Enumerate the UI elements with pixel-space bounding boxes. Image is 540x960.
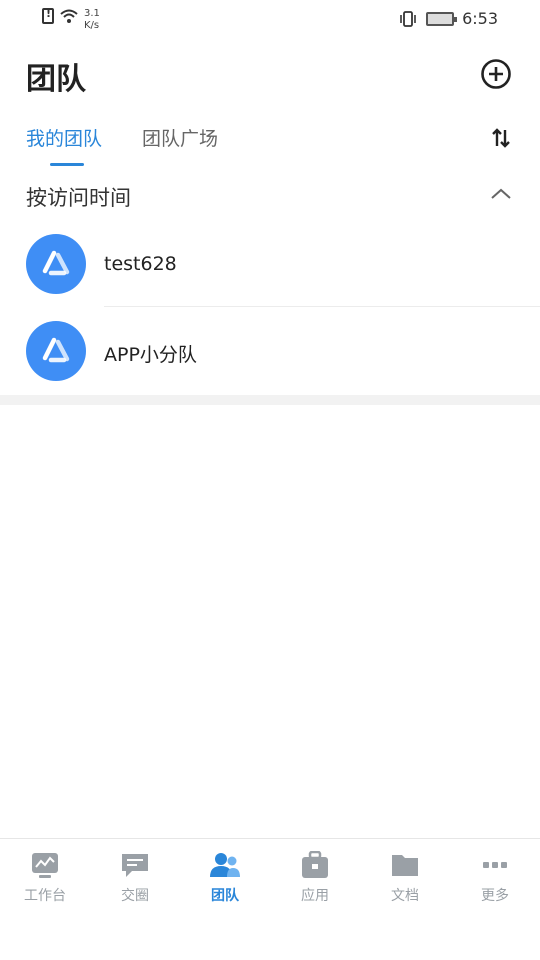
nav-label: 交圈 [121, 888, 149, 904]
net-speed-value: 3.1 [84, 8, 100, 19]
net-speed: 3.1 K/s [84, 8, 100, 32]
folder-icon [392, 855, 418, 876]
team-name: test628 [104, 253, 177, 275]
team-logo-icon [42, 337, 70, 363]
nav-label: 文档 [391, 888, 419, 904]
nav-item-chat[interactable]: 交圈 [90, 851, 180, 911]
team-tabs: 我的团队 团队广场 [0, 118, 540, 166]
nav-label: 更多 [481, 888, 509, 904]
plus-circle-icon[interactable] [480, 58, 512, 90]
net-speed-unit: K/s [84, 20, 100, 31]
nav-label: 工作台 [24, 888, 66, 904]
nav-label: 团队 [211, 888, 239, 904]
bottom-nav: 工作台 交圈 团队 应用 文档 更多 [0, 838, 540, 960]
nav-item-docs[interactable]: 文档 [360, 851, 450, 911]
team-avatar [26, 234, 86, 294]
section-title: 按访问时间 [26, 186, 131, 210]
nav-item-workbench[interactable]: 工作台 [0, 851, 90, 911]
battery-icon [426, 11, 458, 26]
status-bar: 3.1 K/s 6:53 [0, 0, 540, 40]
team-icon [210, 853, 240, 877]
chevron-up-icon[interactable] [490, 186, 512, 202]
tab-team-square[interactable]: 团队广场 [142, 124, 218, 151]
chat-icon [122, 854, 148, 877]
wifi-icon [60, 9, 78, 23]
page-title: 团队 [26, 62, 86, 97]
team-logo-icon [42, 250, 70, 276]
status-left: 3.1 K/s [42, 7, 100, 32]
alert-icon [42, 7, 54, 24]
active-tab-indicator [50, 163, 84, 166]
section-header[interactable]: 按访问时间 [0, 174, 540, 218]
team-name: APP小分队 [104, 344, 197, 366]
team-row[interactable]: APP小分队 [0, 307, 540, 394]
nav-label: 应用 [301, 888, 329, 904]
more-icon [483, 862, 507, 868]
dashboard-icon [32, 853, 58, 878]
team-row[interactable]: test628 [0, 220, 540, 307]
apps-icon [302, 851, 328, 878]
sort-arrows-icon[interactable] [490, 126, 512, 150]
team-avatar [26, 321, 86, 381]
vibrate-icon [400, 10, 416, 27]
app-header: 团队 [0, 52, 540, 97]
nav-item-more[interactable]: 更多 [450, 851, 540, 911]
tab-my-teams[interactable]: 我的团队 [26, 124, 102, 151]
clock: 6:53 [462, 9, 498, 28]
nav-item-team[interactable]: 团队 [180, 851, 270, 911]
team-list: test628 APP小分队 [0, 220, 540, 394]
section-divider [0, 395, 540, 405]
nav-item-apps[interactable]: 应用 [270, 851, 360, 911]
status-right: 6:53 [398, 9, 498, 28]
